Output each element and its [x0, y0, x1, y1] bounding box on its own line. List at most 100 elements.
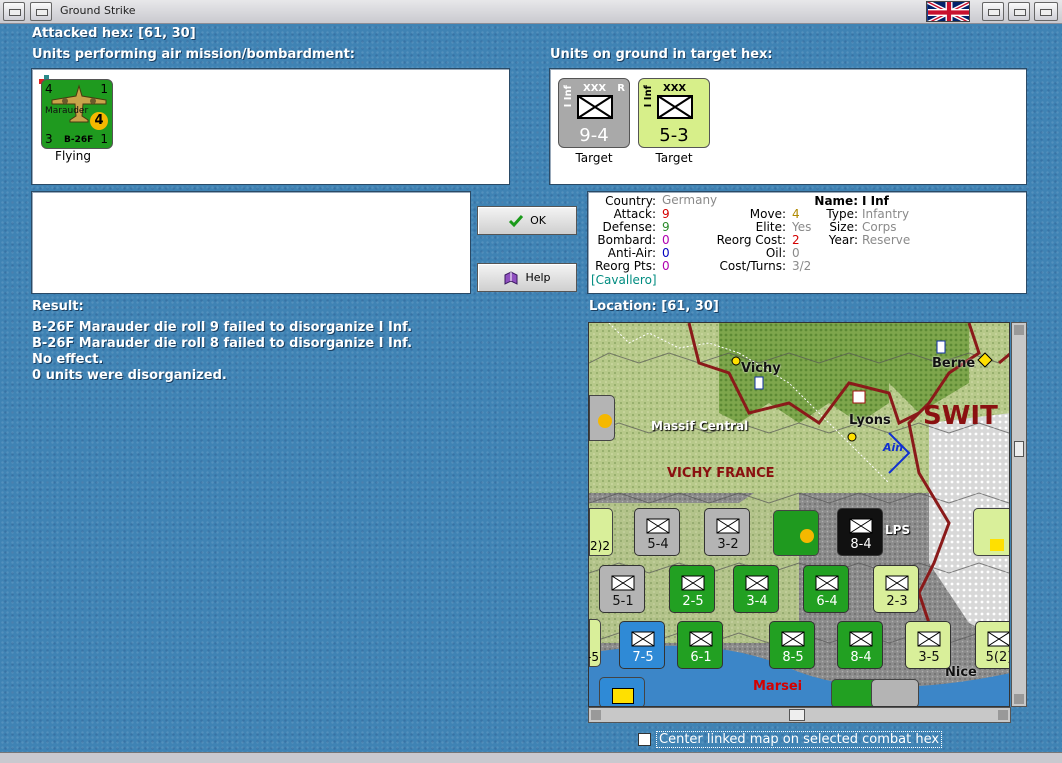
country-label: Country: — [605, 194, 656, 208]
ground-unit-size: XXX — [663, 83, 687, 94]
ground-unit-counter-1[interactable]: I Inf XXX R 9-4 — [558, 78, 630, 148]
air-attack-value: 4 — [45, 82, 53, 96]
attack-value: 9 — [662, 207, 670, 221]
map-unit-counter[interactable]: 5(2) — [975, 621, 1009, 669]
checkmark-icon — [509, 214, 524, 227]
map-unit-counter[interactable]: 6-4 — [803, 565, 849, 613]
map-unit-stats: 6-4 — [816, 594, 838, 609]
map-unit-stats: 8-5 — [782, 650, 804, 665]
scroll-right-arrow-icon[interactable] — [998, 710, 1008, 720]
map-unit-counter[interactable]: 8-4 — [837, 508, 883, 556]
year-label: Year: — [828, 233, 858, 247]
air-unit-model: B-26F — [64, 135, 94, 145]
map-unit-stats: 2-3 — [886, 594, 908, 609]
window-title: Ground Strike — [60, 4, 136, 17]
scroll-left-arrow-icon[interactable] — [591, 710, 601, 720]
cost-turns-label: Cost/Turns: — [719, 259, 786, 273]
cost-turns-value: 3/2 — [792, 259, 812, 273]
center-map-checkbox-label: Center linked map on selected combat hex — [656, 731, 943, 748]
map-air-counter[interactable] — [773, 510, 819, 556]
map-label-massif-central: Massif Central — [651, 419, 749, 433]
map-vertical-scrollbar[interactable] — [1011, 322, 1027, 707]
map-unit-counter[interactable] — [973, 508, 1009, 556]
restore-button[interactable] — [982, 2, 1004, 21]
infantry-symbol-icon — [657, 95, 693, 119]
map-air-counter[interactable] — [589, 395, 615, 441]
size-label: Size: — [829, 220, 858, 234]
size-value: Corps — [862, 220, 897, 234]
attacked-hex-coords: [61, 30] — [138, 26, 196, 41]
map-unit-stats: 2)2 — [590, 539, 610, 553]
map-unit-counter[interactable]: 3-5 — [905, 621, 951, 669]
message-panel — [31, 191, 471, 294]
map-unit-counter[interactable]: 5-4 — [634, 508, 680, 556]
map-horizontal-scrollbar[interactable] — [588, 707, 1011, 723]
bombard-value: 0 — [662, 233, 670, 247]
unit-symbol-icon — [612, 688, 634, 704]
map-unit-stats: 3-4 — [746, 594, 768, 609]
map-unit-counter[interactable]: 2-3 — [873, 565, 919, 613]
maximize-button[interactable] — [1008, 2, 1030, 21]
map-unit-stats: 6-1 — [690, 650, 712, 665]
reorg-points-label: Reorg Pts: — [595, 259, 656, 273]
map-unit-counter[interactable]: 3-4 — [733, 565, 779, 613]
vertical-scroll-thumb[interactable] — [1014, 441, 1024, 457]
map-unit-stats: 3-5 — [918, 650, 940, 665]
result-line: B-26F Marauder die roll 9 failed to diso… — [32, 320, 413, 335]
map-unit-counter[interactable]: 7-5 — [619, 621, 665, 669]
map-unit-counter[interactable]: 2-5 — [669, 565, 715, 613]
scroll-up-arrow-icon[interactable] — [1014, 325, 1024, 335]
ground-unit-stats: 9-4 — [579, 125, 609, 146]
system-menu-button[interactable] — [3, 2, 25, 21]
map-unit-counter[interactable]: 6-1 — [677, 621, 723, 669]
air-counter-body: 4 1 Marauder 4 3 B-26F 1 — [41, 79, 113, 149]
map-unit-counter[interactable] — [599, 677, 645, 706]
oil-value: 0 — [792, 246, 800, 260]
map-unit-stats: 8-4 — [850, 537, 872, 552]
air-unit-counter[interactable]: 4 1 Marauder 4 3 B-26F 1 — [39, 75, 113, 151]
result-line: No effect. — [32, 352, 104, 367]
result-log: B-26F Marauder die roll 9 failed to diso… — [32, 320, 572, 384]
map-unit-counter[interactable]: 2)2 — [589, 508, 613, 556]
elite-label: Elite: — [755, 220, 786, 234]
ground-unit-size: XXX — [583, 83, 607, 94]
ok-button[interactable]: OK — [477, 206, 577, 235]
antiair-label: Anti-Air: — [607, 246, 656, 260]
minimize-button[interactable] — [30, 2, 52, 21]
map-unit-counter[interactable] — [871, 679, 919, 706]
country-value: Germany — [662, 193, 718, 207]
air-units-panel: 4 1 Marauder 4 3 B-26F 1 Flying — [31, 68, 510, 185]
oil-label: Oil: — [765, 246, 786, 260]
map-unit-counter[interactable]: 3-2 — [704, 508, 750, 556]
horizontal-scroll-thumb[interactable] — [789, 709, 805, 721]
mission-badge — [800, 529, 814, 543]
air-strength-value: 1 — [100, 82, 108, 96]
map-unit-stats: 5-4 — [647, 537, 669, 552]
result-line: 0 units were disorganized. — [32, 368, 227, 383]
antiair-value: 0 — [662, 246, 670, 260]
ground-unit-counter-2[interactable]: I Inf XXX 5-3 — [638, 78, 710, 148]
center-map-option[interactable]: Center linked map on selected combat hex — [638, 731, 943, 748]
leader-name: [Cavallero] — [591, 273, 657, 287]
center-map-checkbox[interactable] — [638, 733, 651, 746]
attack-label: Attack: — [613, 207, 656, 221]
close-button[interactable] — [1034, 2, 1058, 21]
mission-badge — [598, 414, 612, 428]
ground-unit-status: Target — [655, 151, 693, 165]
air-mission-badge: 4 — [90, 112, 108, 130]
ground-unit-name: I Inf — [563, 85, 574, 108]
location-coords: [61, 30] — [661, 299, 719, 314]
map-unit-counter[interactable]: -5 — [589, 619, 601, 667]
map-unit-counter[interactable]: 5-1 — [599, 565, 645, 613]
map-unit-counter[interactable]: 8-4 — [837, 621, 883, 669]
ok-button-label: OK — [530, 214, 546, 227]
map-view[interactable]: Vichy Massif Central VICHY FRANCE Lyons … — [588, 322, 1010, 707]
scroll-down-arrow-icon[interactable] — [1014, 694, 1024, 704]
attacked-hex-heading: Attacked hex: [61, 30] — [32, 26, 196, 41]
ground-units-heading: Units on ground in target hex: — [550, 47, 773, 62]
help-button-label: Help — [525, 271, 551, 284]
help-book-icon — [504, 270, 518, 285]
map-unit-counter[interactable]: 8-5 — [769, 621, 815, 669]
help-button[interactable]: Help — [477, 263, 577, 292]
defense-label: Defense: — [602, 220, 656, 234]
